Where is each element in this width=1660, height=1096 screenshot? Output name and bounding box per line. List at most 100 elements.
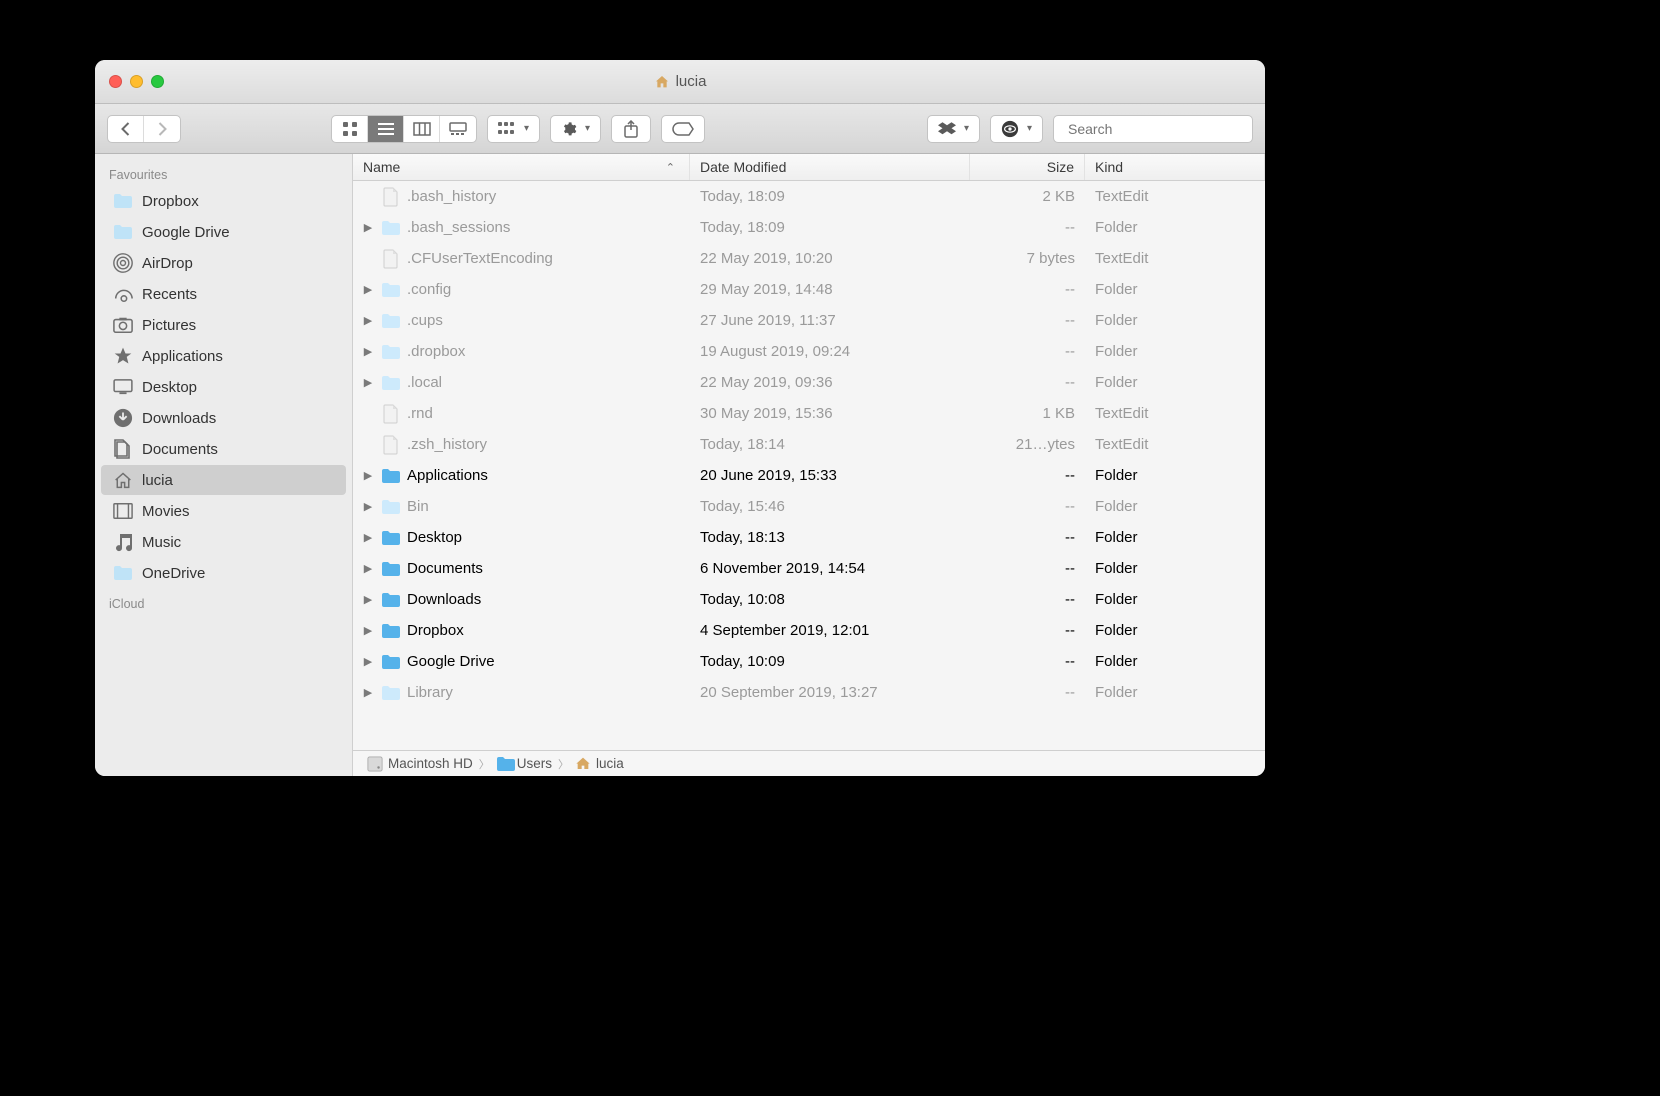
finder-window: lucia ▾ ▾ bbox=[95, 60, 1265, 776]
file-date: 30 May 2019, 15:36 bbox=[690, 405, 970, 422]
file-row[interactable]: ▶ Google Drive Today, 10:09 -- Folder bbox=[353, 646, 1265, 677]
file-row[interactable]: ▶ .cups 27 June 2019, 11:37 -- Folder bbox=[353, 305, 1265, 336]
file-row[interactable]: ▶ Downloads Today, 10:08 -- Folder bbox=[353, 584, 1265, 615]
file-row[interactable]: .rnd 30 May 2019, 15:36 1 KB TextEdit bbox=[353, 398, 1265, 429]
share-icon bbox=[624, 120, 638, 138]
action-menu-button[interactable]: ▾ bbox=[550, 115, 601, 143]
path-segment[interactable]: Users bbox=[496, 756, 552, 772]
column-size[interactable]: Size bbox=[970, 154, 1085, 180]
doc-icon bbox=[381, 249, 401, 269]
tags-button[interactable] bbox=[661, 115, 705, 143]
file-name: Google Drive bbox=[407, 653, 495, 670]
sidebar-item-desktop[interactable]: Desktop bbox=[101, 372, 346, 402]
group-by-button[interactable]: ▾ bbox=[487, 115, 540, 143]
forward-button[interactable] bbox=[144, 116, 180, 142]
file-row[interactable]: .zsh_history Today, 18:14 21…ytes TextEd… bbox=[353, 429, 1265, 460]
file-kind: Folder bbox=[1085, 467, 1265, 484]
disclosure-triangle-icon[interactable]: ▶ bbox=[361, 593, 375, 606]
pictures-icon bbox=[113, 315, 133, 335]
file-kind: Folder bbox=[1085, 312, 1265, 329]
file-row[interactable]: ▶ .local 22 May 2019, 09:36 -- Folder bbox=[353, 367, 1265, 398]
privacy-button[interactable]: ▾ bbox=[990, 115, 1043, 143]
folder-icon bbox=[113, 563, 133, 583]
disclosure-triangle-icon[interactable]: ▶ bbox=[361, 562, 375, 575]
sidebar-item-recents[interactable]: Recents bbox=[101, 279, 346, 309]
sidebar-item-pictures[interactable]: Pictures bbox=[101, 310, 346, 340]
sidebar-item-downloads[interactable]: Downloads bbox=[101, 403, 346, 433]
back-button[interactable] bbox=[108, 116, 144, 142]
file-row[interactable]: ▶ Applications 20 June 2019, 15:33 -- Fo… bbox=[353, 460, 1265, 491]
sidebar-item-lucia[interactable]: lucia bbox=[101, 465, 346, 495]
file-date: Today, 10:09 bbox=[690, 653, 970, 670]
sidebar-item-music[interactable]: Music bbox=[101, 527, 346, 557]
sidebar-item-airdrop[interactable]: AirDrop bbox=[101, 248, 346, 278]
path-segment[interactable]: lucia bbox=[575, 756, 624, 772]
file-kind: TextEdit bbox=[1085, 405, 1265, 422]
view-mode-buttons bbox=[331, 115, 477, 143]
disclosure-triangle-icon[interactable]: ▶ bbox=[361, 221, 375, 234]
file-row[interactable]: ▶ .bash_sessions Today, 18:09 -- Folder bbox=[353, 212, 1265, 243]
share-button[interactable] bbox=[611, 115, 651, 143]
close-button[interactable] bbox=[109, 75, 122, 88]
apps-icon bbox=[113, 346, 133, 366]
file-row[interactable]: .bash_history Today, 18:09 2 KB TextEdit bbox=[353, 181, 1265, 212]
file-row[interactable]: ▶ Bin Today, 15:46 -- Folder bbox=[353, 491, 1265, 522]
folder-sys-icon bbox=[381, 652, 401, 672]
path-segment[interactable]: Macintosh HD bbox=[367, 756, 473, 772]
column-date[interactable]: Date Modified bbox=[690, 154, 970, 180]
disclosure-triangle-icon[interactable]: ▶ bbox=[361, 469, 375, 482]
file-row[interactable]: ▶ Dropbox 4 September 2019, 12:01 -- Fol… bbox=[353, 615, 1265, 646]
chevron-down-icon: ▾ bbox=[524, 123, 529, 134]
sidebar-item-dropbox[interactable]: Dropbox bbox=[101, 186, 346, 216]
disclosure-triangle-icon[interactable]: ▶ bbox=[361, 686, 375, 699]
disclosure-triangle-icon[interactable]: ▶ bbox=[361, 314, 375, 327]
dropbox-button[interactable]: ▾ bbox=[927, 115, 980, 143]
column-name[interactable]: Name ⌃ bbox=[353, 154, 690, 180]
disclosure-triangle-icon[interactable]: ▶ bbox=[361, 376, 375, 389]
file-name: Downloads bbox=[407, 591, 481, 608]
icon-view-button[interactable] bbox=[332, 116, 368, 142]
file-kind: TextEdit bbox=[1085, 188, 1265, 205]
gallery-view-button[interactable] bbox=[440, 116, 476, 142]
disclosure-triangle-icon[interactable]: ▶ bbox=[361, 345, 375, 358]
file-row[interactable]: ▶ Desktop Today, 18:13 -- Folder bbox=[353, 522, 1265, 553]
zoom-button[interactable] bbox=[151, 75, 164, 88]
list-view-button[interactable] bbox=[368, 116, 404, 142]
disclosure-triangle-icon[interactable]: ▶ bbox=[361, 624, 375, 637]
file-size: -- bbox=[970, 498, 1085, 515]
file-row[interactable]: .CFUserTextEncoding 22 May 2019, 10:20 7… bbox=[353, 243, 1265, 274]
column-view-button[interactable] bbox=[404, 116, 440, 142]
file-kind: Folder bbox=[1085, 498, 1265, 515]
file-row[interactable]: ▶ Library 20 September 2019, 13:27 -- Fo… bbox=[353, 677, 1265, 708]
file-size: -- bbox=[970, 591, 1085, 608]
file-row[interactable]: ▶ Documents 6 November 2019, 14:54 -- Fo… bbox=[353, 553, 1265, 584]
column-size-label: Size bbox=[1047, 159, 1074, 175]
search-field[interactable] bbox=[1053, 115, 1253, 143]
sidebar-item-movies[interactable]: Movies bbox=[101, 496, 346, 526]
minimize-button[interactable] bbox=[130, 75, 143, 88]
file-row[interactable]: ▶ .dropbox 19 August 2019, 09:24 -- Fold… bbox=[353, 336, 1265, 367]
file-row[interactable]: ▶ .config 29 May 2019, 14:48 -- Folder bbox=[353, 274, 1265, 305]
file-kind: Folder bbox=[1085, 281, 1265, 298]
file-size: -- bbox=[970, 653, 1085, 670]
sidebar-item-label: Documents bbox=[142, 441, 218, 458]
disclosure-triangle-icon[interactable]: ▶ bbox=[361, 500, 375, 513]
search-input[interactable] bbox=[1068, 121, 1249, 137]
file-date: 20 September 2019, 13:27 bbox=[690, 684, 970, 701]
column-kind[interactable]: Kind bbox=[1085, 154, 1265, 180]
disclosure-triangle-icon[interactable]: ▶ bbox=[361, 531, 375, 544]
path-label: lucia bbox=[596, 756, 624, 771]
sidebar-item-onedrive[interactable]: OneDrive bbox=[101, 558, 346, 588]
file-kind: TextEdit bbox=[1085, 436, 1265, 453]
sidebar-item-applications[interactable]: Applications bbox=[101, 341, 346, 371]
file-size: -- bbox=[970, 281, 1085, 298]
window-title-text: lucia bbox=[676, 73, 707, 90]
gear-icon bbox=[561, 121, 577, 137]
sidebar-item-documents[interactable]: Documents bbox=[101, 434, 346, 464]
sidebar: FavouritesDropboxGoogle DriveAirDropRece… bbox=[95, 154, 353, 776]
column-kind-label: Kind bbox=[1095, 159, 1123, 175]
sidebar-item-google-drive[interactable]: Google Drive bbox=[101, 217, 346, 247]
disclosure-triangle-icon[interactable]: ▶ bbox=[361, 283, 375, 296]
column-date-label: Date Modified bbox=[700, 159, 786, 175]
disclosure-triangle-icon[interactable]: ▶ bbox=[361, 655, 375, 668]
